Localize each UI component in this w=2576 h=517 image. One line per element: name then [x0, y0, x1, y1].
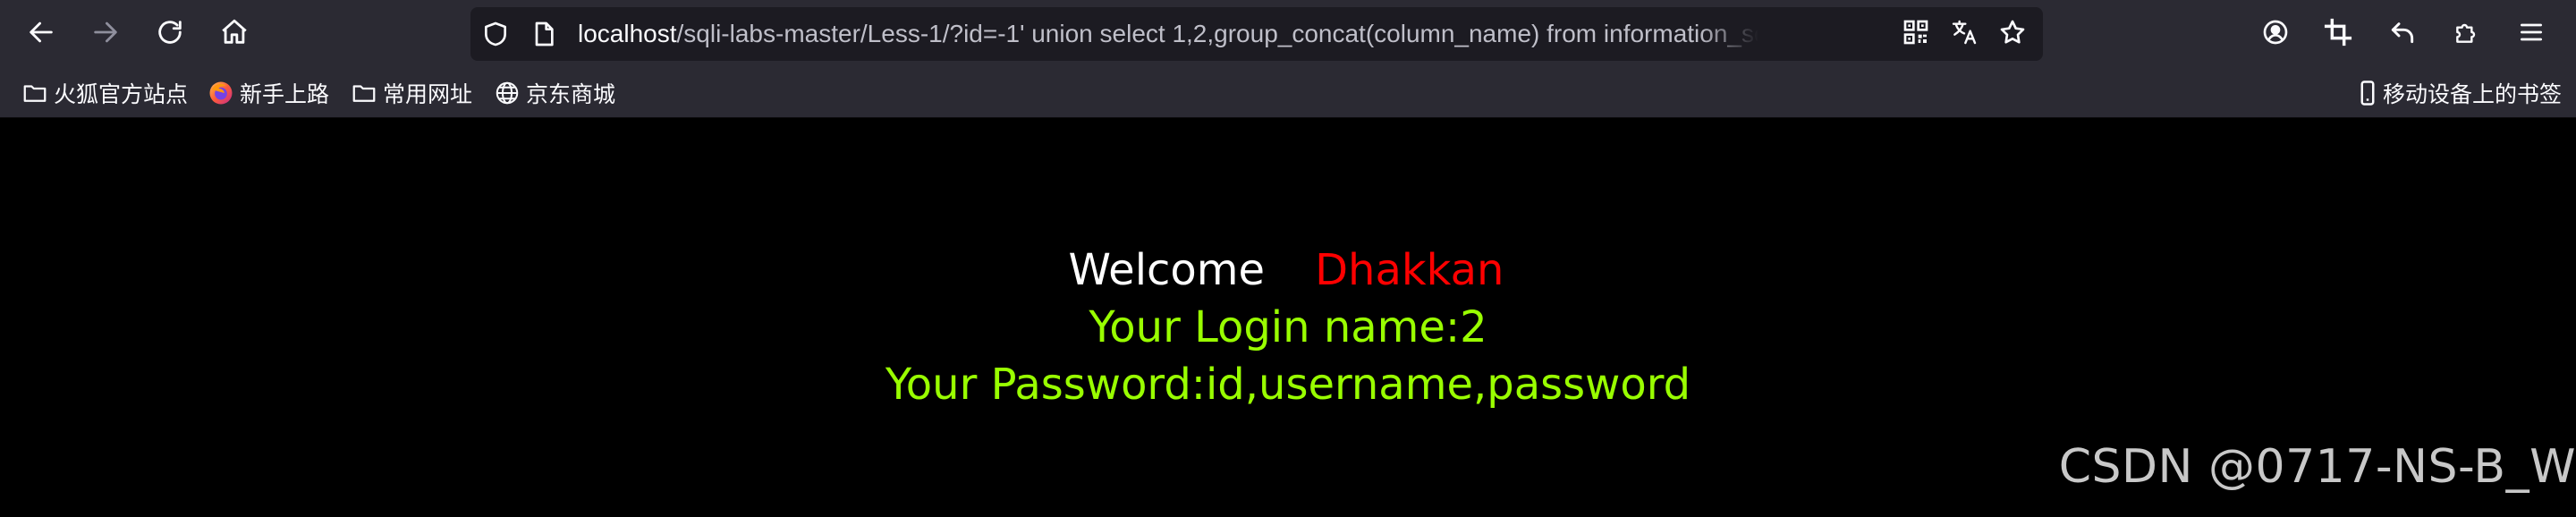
back-arrow-icon	[26, 17, 56, 52]
csdn-watermark: CSDN @0717-NS-B_W	[2058, 440, 2576, 494]
bookmark-label: 火狐官方站点	[54, 82, 189, 107]
undo-icon	[2388, 18, 2417, 51]
home-button[interactable]	[209, 9, 259, 59]
bookmark-item[interactable]: 京东商城	[494, 68, 615, 118]
bookmarks-toolbar: 火狐官方站点 新手上路 常用网址 京东商城 移动设备上的书签	[0, 68, 2576, 118]
mobile-icon	[2354, 80, 2381, 106]
undo-button[interactable]	[2381, 13, 2424, 55]
bookmark-item[interactable]: 新手上路	[208, 68, 329, 118]
app-menu-button[interactable]	[2510, 13, 2553, 55]
folder-icon	[21, 80, 48, 106]
account-icon	[2261, 18, 2290, 51]
puzzle-icon	[2453, 18, 2481, 51]
reload-icon	[155, 17, 185, 52]
bookmark-item[interactable]: 火狐官方站点	[21, 68, 188, 118]
url-host: localhost	[578, 20, 677, 47]
back-button[interactable]	[16, 9, 66, 59]
translate-icon	[1950, 18, 1979, 51]
qr-code-icon	[1902, 18, 1930, 51]
globe-icon	[494, 80, 521, 106]
folder-icon	[351, 80, 377, 106]
extensions-button[interactable]	[2445, 13, 2488, 55]
user-name: Dhakkan	[1315, 245, 1504, 295]
bookmark-label: 移动设备上的书签	[2383, 82, 2563, 107]
forward-arrow-icon	[90, 17, 121, 52]
bookmark-item[interactable]: 常用网址	[351, 68, 472, 118]
qr-code-button[interactable]	[1900, 18, 1932, 50]
bookmark-star-button[interactable]	[1996, 18, 2029, 50]
page-icon[interactable]	[528, 18, 560, 50]
url-bar[interactable]: localhost/sqli-labs-master/Less-1/?id=-1…	[470, 7, 2043, 61]
home-icon	[219, 17, 250, 52]
browser-toolbar: localhost/sqli-labs-master/Less-1/?id=-1…	[0, 0, 2576, 68]
welcome-text: Welcome	[1068, 245, 1266, 295]
star-icon	[1998, 18, 2027, 51]
url-text[interactable]: localhost/sqli-labs-master/Less-1/?id=-1…	[578, 7, 1758, 61]
translate-button[interactable]	[1948, 18, 1980, 50]
bookmark-label: 常用网址	[383, 82, 473, 107]
password-text: Your Password:id,username,password	[885, 360, 1691, 410]
crop-icon	[2324, 18, 2352, 51]
reload-button[interactable]	[145, 9, 195, 59]
login-name-text: Your Login name:2	[1089, 302, 1487, 352]
screenshot-button[interactable]	[2317, 13, 2360, 55]
page-content: Welcome Dhakkan Your Login name:2 Your Pa…	[0, 118, 2576, 517]
bookmark-label: 京东商城	[526, 82, 616, 107]
firefox-icon	[208, 80, 234, 106]
url-path: /sqli-labs-master/Less-1/?id=-1' union s…	[676, 20, 1758, 47]
forward-button[interactable]	[80, 9, 131, 59]
welcome-line: Welcome Dhakkan	[0, 245, 2574, 295]
hamburger-menu-icon	[2517, 18, 2546, 51]
bookmark-label: 新手上路	[240, 82, 330, 107]
account-button[interactable]	[2254, 13, 2297, 55]
mobile-bookmarks-item[interactable]: 移动设备上的书签	[2354, 68, 2562, 118]
shield-icon[interactable]	[479, 18, 512, 50]
